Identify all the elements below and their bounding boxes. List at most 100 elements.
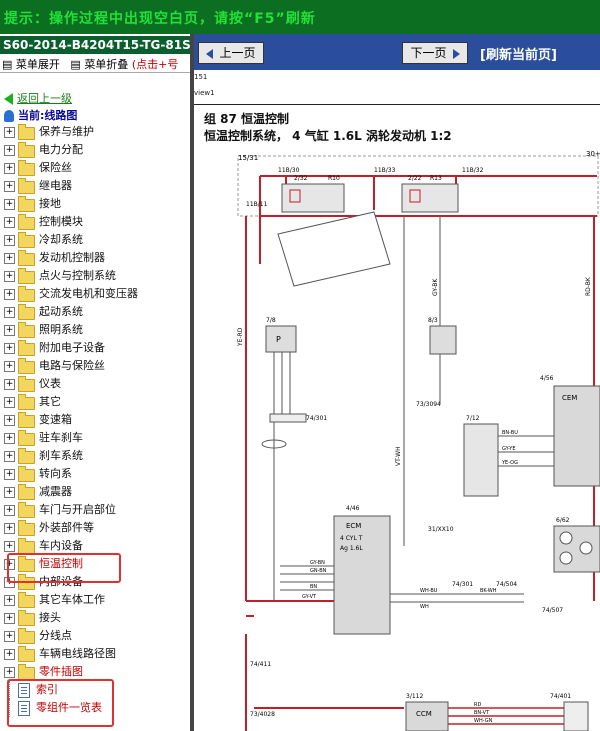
tree-item[interactable]: + 保险丝 xyxy=(0,159,190,177)
expand-plus-icon[interactable]: + xyxy=(4,181,15,192)
expand-plus-icon[interactable]: + xyxy=(4,541,15,552)
tree-item-label[interactable]: 仪表 xyxy=(39,375,61,393)
tree-item-label[interactable]: 电力分配 xyxy=(39,141,83,159)
expand-plus-icon[interactable]: + xyxy=(4,325,15,336)
menu-expand-icon[interactable]: ▤ xyxy=(2,58,12,71)
tree-item[interactable]: + 保养与维护 xyxy=(0,123,190,141)
expand-plus-icon[interactable]: + xyxy=(4,235,15,246)
tree-item[interactable]: + 刹车系统 xyxy=(0,447,190,465)
tree-item-label[interactable]: 其它车体工作 xyxy=(39,591,105,609)
tree-item-label[interactable]: 保养与维护 xyxy=(39,123,94,141)
tree-item[interactable]: + 其它 xyxy=(0,393,190,411)
tree-item-label[interactable]: 变速箱 xyxy=(39,411,72,429)
tree-item[interactable]: + 继电器 xyxy=(0,177,190,195)
expand-plus-icon[interactable]: + xyxy=(4,343,15,354)
tree-item[interactable]: + 外装部件等 xyxy=(0,519,190,537)
ccm-bus-wires xyxy=(448,707,564,725)
tree-item[interactable]: + 电力分配 xyxy=(0,141,190,159)
expand-plus-icon[interactable]: + xyxy=(4,595,15,606)
pressure-sensor xyxy=(265,325,297,353)
expand-plus-icon[interactable]: + xyxy=(4,289,15,300)
tree-item-label[interactable]: 车门与开启部位 xyxy=(39,501,116,519)
back-link[interactable]: 返回上一级 xyxy=(4,90,72,106)
tree-item-label[interactable]: 转向系 xyxy=(39,465,72,483)
back-link-text[interactable]: 返回上一级 xyxy=(17,92,72,105)
tree-item[interactable]: + 车辆电线路径图 xyxy=(0,645,190,663)
tree-item-label[interactable]: 电路与保险丝 xyxy=(39,357,105,375)
tree-item-label[interactable]: 接地 xyxy=(39,195,61,213)
tree-item-label[interactable]: 车辆电线路径图 xyxy=(39,645,116,663)
top-hint-text: 提示：操作过程中出现空白页，请按“F5”刷新 xyxy=(4,11,316,27)
expand-plus-icon[interactable]: + xyxy=(4,469,15,480)
tree-item[interactable]: + 车门与开启部位 xyxy=(0,501,190,519)
prev-page-button[interactable]: 上一页 xyxy=(198,42,264,64)
refresh-page-link[interactable]: [刷新当前页] xyxy=(480,44,557,63)
tree-item[interactable]: + 照明系统 xyxy=(0,321,190,339)
expand-plus-icon[interactable]: + xyxy=(4,271,15,282)
tree-item-label[interactable]: 保险丝 xyxy=(39,159,72,177)
bn-label: BN xyxy=(310,584,317,590)
tree-item[interactable]: + 减震器 xyxy=(0,483,190,501)
tree-item-label[interactable]: 继电器 xyxy=(39,177,72,195)
tree-item[interactable]: + 转向系 xyxy=(0,465,190,483)
expand-plus-icon[interactable]: + xyxy=(4,253,15,264)
ccm-ref: 3/112 xyxy=(406,693,423,700)
tree-item-label[interactable]: 分线点 xyxy=(39,627,72,645)
menu-expand-link[interactable]: 菜单展开 xyxy=(16,58,60,71)
tree-item[interactable]: + 控制模块 xyxy=(0,213,190,231)
tree-item[interactable]: + 驻车刹车 xyxy=(0,429,190,447)
tree-item-label[interactable]: 附加电子设备 xyxy=(39,339,105,357)
expand-plus-icon[interactable]: + xyxy=(4,307,15,318)
tree-item-label[interactable]: 发动机控制器 xyxy=(39,249,105,267)
expand-plus-icon[interactable]: + xyxy=(4,487,15,498)
expand-plus-icon[interactable]: + xyxy=(4,523,15,534)
tree-item[interactable]: + 接头 xyxy=(0,609,190,627)
tree-item[interactable]: + 其它车体工作 xyxy=(0,591,190,609)
expand-plus-icon[interactable]: + xyxy=(4,361,15,372)
expand-plus-icon[interactable]: + xyxy=(4,145,15,156)
expand-plus-icon[interactable]: + xyxy=(4,649,15,660)
tree-item[interactable]: + 发动机控制器 xyxy=(0,249,190,267)
menu-collapse-link[interactable]: 菜单折叠 xyxy=(84,58,128,71)
expand-plus-icon[interactable]: + xyxy=(4,505,15,516)
tree-item-label[interactable]: 刹车系统 xyxy=(39,447,83,465)
tree-item-label[interactable]: 起动系统 xyxy=(39,303,83,321)
tree-item-label[interactable]: 驻车刹车 xyxy=(39,429,83,447)
expand-plus-icon[interactable]: + xyxy=(4,379,15,390)
rd-bk-label: RD-BK xyxy=(585,276,592,296)
tree-item-label[interactable]: 控制模块 xyxy=(39,213,83,231)
tree-item-label[interactable]: 交流发电机和变压器 xyxy=(39,285,138,303)
expand-plus-icon[interactable]: + xyxy=(4,631,15,642)
expand-plus-icon[interactable]: + xyxy=(4,397,15,408)
tree-item[interactable]: + 起动系统 xyxy=(0,303,190,321)
tree-item-label[interactable]: 其它 xyxy=(39,393,61,411)
pressure-sensor-label: P xyxy=(276,335,281,344)
tree-item[interactable]: + 接地 xyxy=(0,195,190,213)
tree-item[interactable]: + 附加电子设备 xyxy=(0,339,190,357)
tree-item-label[interactable]: 外装部件等 xyxy=(39,519,94,537)
expand-plus-icon[interactable]: + xyxy=(4,127,15,138)
tree-item[interactable]: + 交流发电机和变压器 xyxy=(0,285,190,303)
tree-item-label[interactable]: 减震器 xyxy=(39,483,72,501)
tree-item[interactable]: + 电路与保险丝 xyxy=(0,357,190,375)
tree-item[interactable]: + 仪表 xyxy=(0,375,190,393)
section-subtitle: 恒温控制系统， 4 气缸 1.6L 涡轮发动机 1:2 xyxy=(204,129,452,143)
expand-plus-icon[interactable]: + xyxy=(4,667,15,678)
expand-plus-icon[interactable]: + xyxy=(4,451,15,462)
tree-item-label[interactable]: 冷却系统 xyxy=(39,231,83,249)
expand-plus-icon[interactable]: + xyxy=(4,613,15,624)
expand-plus-icon[interactable]: + xyxy=(4,415,15,426)
expand-plus-icon[interactable]: + xyxy=(4,163,15,174)
tree-item[interactable]: + 变速箱 xyxy=(0,411,190,429)
tree-item[interactable]: + 冷却系统 xyxy=(0,231,190,249)
menu-collapse-icon[interactable]: ▤ xyxy=(70,58,80,71)
expand-plus-icon[interactable]: + xyxy=(4,217,15,228)
expand-plus-icon[interactable]: + xyxy=(4,433,15,444)
expand-plus-icon[interactable]: + xyxy=(4,199,15,210)
tree-item-label[interactable]: 照明系统 xyxy=(39,321,83,339)
next-page-button[interactable]: 下一页 xyxy=(402,42,468,64)
tree-item[interactable]: + 分线点 xyxy=(0,627,190,645)
tree-item-label[interactable]: 点火与控制系统 xyxy=(39,267,116,285)
tree-item-label[interactable]: 接头 xyxy=(39,609,61,627)
tree-item[interactable]: + 点火与控制系统 xyxy=(0,267,190,285)
